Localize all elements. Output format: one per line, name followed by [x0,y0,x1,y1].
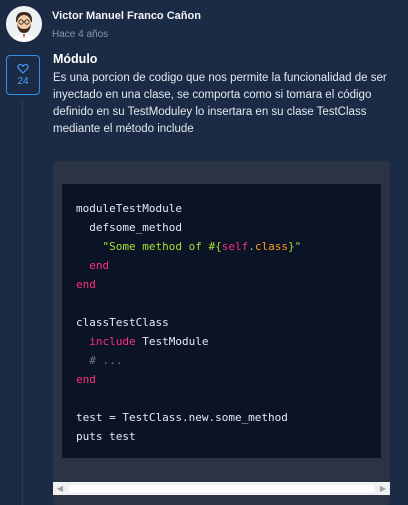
code-line: include TestModule [89,335,209,348]
code-line: moduleTestModule [76,202,182,215]
scrollbar-thumb[interactable] [69,485,374,492]
comment-content: Módulo Es una porcion de codigo que nos … [53,52,393,138]
heart-icon [17,63,29,74]
code-container: moduleTestModule defsome_method "Some me… [53,161,390,505]
like-button[interactable]: 24 [6,55,40,95]
code-line: "Some method of #{self.class}" [102,240,302,253]
horizontal-scrollbar[interactable]: ◀ ▶ [53,482,390,495]
code-line: end [89,259,110,272]
arrow-left-icon[interactable]: ◀ [53,482,67,495]
code-line: end [76,278,96,291]
like-count: 24 [17,76,29,87]
thread-divider [22,100,23,505]
arrow-right-icon[interactable]: ▶ [376,482,390,495]
author-name[interactable]: Victor Manuel Franco Cañon [52,10,201,22]
code-line: end [76,373,96,386]
code-line: # ... [89,354,123,367]
avatar[interactable] [6,6,42,42]
code-line: classTestClass [76,316,169,329]
comment-title: Módulo [53,52,98,66]
code-block[interactable]: moduleTestModule defsome_method "Some me… [62,184,381,458]
code-line: defsome_method [76,221,182,234]
code-line: puts test [76,430,136,443]
comment-timestamp: Hace 4 años [52,29,109,40]
code-line: test = TestClass.new.some_method [76,411,288,424]
comment-body: Es una porcion de codigo que nos permite… [53,72,387,135]
